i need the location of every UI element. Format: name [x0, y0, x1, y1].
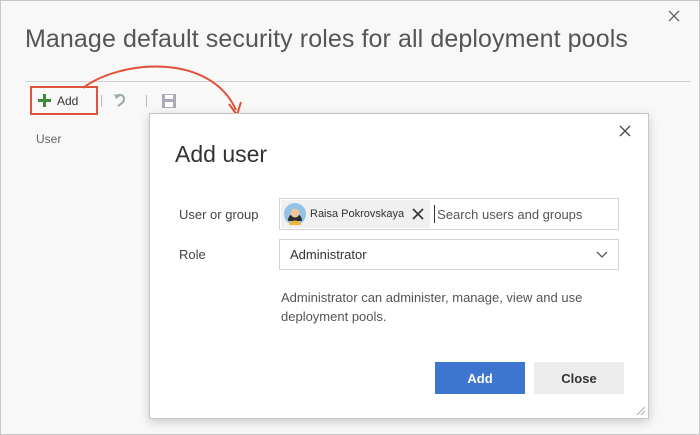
role-label: Role	[179, 247, 206, 262]
user-or-group-label: User or group	[179, 207, 259, 222]
close-button[interactable]: Close	[534, 362, 624, 394]
remove-icon[interactable]	[412, 208, 424, 220]
close-icon[interactable]	[665, 7, 683, 25]
add-button[interactable]: Add	[435, 362, 525, 394]
role-dropdown[interactable]: Administrator	[279, 239, 619, 270]
search-input[interactable]	[435, 206, 618, 222]
role-description: Administrator can administer, manage, vi…	[281, 290, 583, 324]
add-button[interactable]: Add	[30, 86, 98, 115]
avatar	[284, 203, 306, 225]
column-header-user[interactable]: User	[36, 132, 61, 146]
role-value: Administrator	[290, 247, 367, 262]
dialog-title: Manage default security roles for all de…	[25, 25, 628, 53]
plus-icon	[38, 94, 51, 107]
user-picker-field[interactable]: Raisa Pokrovskaya	[279, 198, 619, 230]
add-button-label: Add	[57, 93, 79, 108]
undo-icon[interactable]	[112, 92, 128, 108]
toolbar-separator	[101, 95, 102, 107]
resize-grip-icon[interactable]	[635, 405, 646, 416]
add-user-dialog: Add user User or group Raisa Pokrovskaya…	[149, 113, 649, 419]
toolbar-separator	[146, 95, 147, 107]
user-chip: Raisa Pokrovskaya	[281, 200, 431, 228]
user-chip-name: Raisa Pokrovskaya	[310, 208, 405, 220]
close-icon[interactable]	[618, 124, 632, 138]
divider	[25, 81, 691, 82]
save-icon[interactable]	[162, 94, 176, 108]
dialog-title: Add user	[175, 141, 268, 167]
chevron-down-icon	[596, 251, 608, 258]
